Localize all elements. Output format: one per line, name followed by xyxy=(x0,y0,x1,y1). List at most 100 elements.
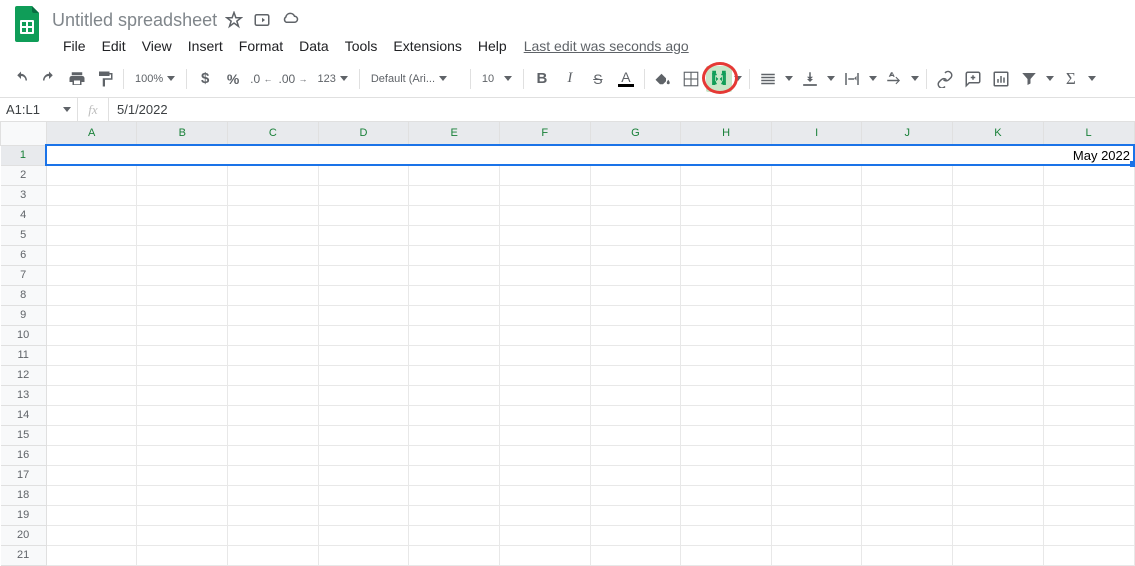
cell[interactable] xyxy=(137,325,228,345)
insert-link-button[interactable] xyxy=(932,66,958,92)
cell[interactable] xyxy=(1043,465,1134,485)
name-box[interactable]: A1:L1 xyxy=(0,98,78,122)
cell[interactable] xyxy=(953,465,1044,485)
cell[interactable] xyxy=(409,245,500,265)
cell[interactable] xyxy=(499,425,590,445)
cell[interactable] xyxy=(862,185,953,205)
cell[interactable] xyxy=(318,485,409,505)
cell[interactable] xyxy=(46,445,137,465)
cell[interactable] xyxy=(681,345,772,365)
cell[interactable] xyxy=(228,305,319,325)
cell[interactable] xyxy=(862,445,953,465)
cell[interactable] xyxy=(953,365,1044,385)
cell[interactable] xyxy=(137,305,228,325)
cell[interactable] xyxy=(771,265,862,285)
cell[interactable] xyxy=(953,205,1044,225)
cell[interactable] xyxy=(590,305,681,325)
cell[interactable] xyxy=(137,205,228,225)
cell[interactable] xyxy=(46,385,137,405)
cell[interactable] xyxy=(953,185,1044,205)
column-header[interactable]: A xyxy=(46,122,137,145)
cell[interactable] xyxy=(590,465,681,485)
column-header[interactable]: I xyxy=(771,122,862,145)
menu-file[interactable]: File xyxy=(56,34,93,58)
cell[interactable] xyxy=(862,325,953,345)
cell[interactable] xyxy=(228,285,319,305)
cell[interactable] xyxy=(771,425,862,445)
cell[interactable] xyxy=(681,205,772,225)
cell[interactable] xyxy=(46,205,137,225)
cell[interactable] xyxy=(953,525,1044,545)
move-icon[interactable] xyxy=(253,11,271,29)
cell[interactable] xyxy=(228,385,319,405)
cell[interactable] xyxy=(681,445,772,465)
cell[interactable] xyxy=(228,205,319,225)
row-header[interactable]: 6 xyxy=(1,245,47,265)
cell[interactable] xyxy=(318,245,409,265)
cell[interactable] xyxy=(862,245,953,265)
cell[interactable] xyxy=(318,545,409,565)
cell[interactable] xyxy=(409,465,500,485)
cell[interactable] xyxy=(590,405,681,425)
cell[interactable] xyxy=(1043,225,1134,245)
row-header[interactable]: 4 xyxy=(1,205,47,225)
cell[interactable] xyxy=(953,505,1044,525)
cell[interactable] xyxy=(228,485,319,505)
cell[interactable] xyxy=(953,305,1044,325)
row-header[interactable]: 21 xyxy=(1,545,47,565)
cell[interactable] xyxy=(771,245,862,265)
cell[interactable] xyxy=(590,245,681,265)
cell[interactable] xyxy=(409,425,500,445)
cell[interactable] xyxy=(681,505,772,525)
cell[interactable] xyxy=(771,525,862,545)
cell[interactable] xyxy=(771,205,862,225)
cell[interactable] xyxy=(590,345,681,365)
functions-dropdown[interactable] xyxy=(1086,66,1098,92)
cell[interactable] xyxy=(862,525,953,545)
select-all-corner[interactable] xyxy=(1,122,47,145)
cell[interactable] xyxy=(228,225,319,245)
paint-format-button[interactable] xyxy=(92,66,118,92)
cell[interactable] xyxy=(228,165,319,185)
cell[interactable] xyxy=(137,445,228,465)
cell[interactable] xyxy=(228,465,319,485)
row-header[interactable]: 8 xyxy=(1,285,47,305)
column-header[interactable]: H xyxy=(681,122,772,145)
cell[interactable] xyxy=(499,285,590,305)
cell[interactable] xyxy=(409,225,500,245)
row-header[interactable]: 20 xyxy=(1,525,47,545)
cell[interactable] xyxy=(681,285,772,305)
cell[interactable] xyxy=(681,325,772,345)
cell[interactable] xyxy=(137,425,228,445)
cell[interactable] xyxy=(318,525,409,545)
cell[interactable] xyxy=(46,485,137,505)
cell[interactable] xyxy=(681,365,772,385)
cell[interactable] xyxy=(1043,485,1134,505)
cell[interactable] xyxy=(1043,505,1134,525)
cell[interactable] xyxy=(228,365,319,385)
cell[interactable] xyxy=(681,165,772,185)
cell[interactable] xyxy=(862,365,953,385)
cell[interactable] xyxy=(862,405,953,425)
cell[interactable] xyxy=(137,485,228,505)
cell[interactable] xyxy=(862,205,953,225)
cell[interactable] xyxy=(409,285,500,305)
strikethrough-button[interactable]: S xyxy=(585,66,611,92)
cell[interactable] xyxy=(771,325,862,345)
cell[interactable] xyxy=(409,165,500,185)
cell[interactable] xyxy=(499,485,590,505)
cell[interactable] xyxy=(862,285,953,305)
column-header[interactable]: F xyxy=(499,122,590,145)
cell[interactable] xyxy=(318,425,409,445)
last-edit-link[interactable]: Last edit was seconds ago xyxy=(524,38,689,54)
cell[interactable] xyxy=(862,225,953,245)
cell[interactable] xyxy=(499,185,590,205)
cell[interactable] xyxy=(137,505,228,525)
cell[interactable] xyxy=(953,345,1044,365)
menu-extensions[interactable]: Extensions xyxy=(386,34,468,58)
cell[interactable] xyxy=(953,385,1044,405)
cell[interactable] xyxy=(862,345,953,365)
font-size-select[interactable]: 10 xyxy=(476,67,518,91)
cloud-status-icon[interactable] xyxy=(281,11,299,29)
cell[interactable] xyxy=(137,365,228,385)
